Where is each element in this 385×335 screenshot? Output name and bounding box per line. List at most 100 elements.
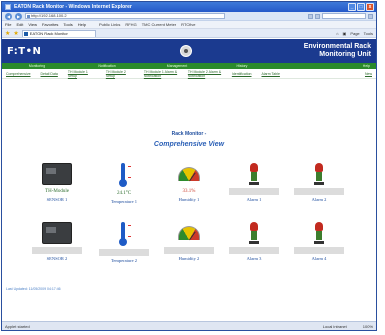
- th-module-icon: [42, 222, 72, 244]
- menu-favorites[interactable]: Favorites: [42, 22, 58, 27]
- banner-title-line2: Monitoring Unit: [319, 51, 371, 58]
- temperature-2-value: Disabled: [99, 249, 149, 256]
- sensor-2-cell[interactable]: Disabled SENSOR 2: [32, 222, 82, 261]
- sensor-2-label: SENSOR 2: [46, 256, 68, 261]
- menu-help[interactable]: Help: [78, 22, 86, 27]
- link-rfhg[interactable]: RFHG: [125, 22, 136, 27]
- sub-nav: Comprehensive Detail Data TH Module 1 Se…: [2, 69, 376, 79]
- minimize-button[interactable]: _: [348, 3, 356, 11]
- temperature-2-label: Temperature 2: [110, 258, 138, 263]
- zoom-level[interactable]: 100%: [363, 324, 373, 329]
- subnav-th1-setup[interactable]: TH Module 1 Setup: [68, 70, 96, 78]
- temperature-1-cell[interactable]: 24.1°C Temperature 1: [99, 163, 149, 204]
- status-text: Applet started: [5, 323, 30, 329]
- links-bar: Public Links RFHG TMC Current Meter RTCf…: [99, 22, 196, 27]
- alarm-3-cell[interactable]: Disabled Alarm 3: [229, 222, 279, 261]
- sensor-1-label: SENSOR 1: [46, 197, 68, 202]
- alarm-beacon-icon: [249, 222, 259, 244]
- alarm-1-label: Alarm 1: [246, 197, 262, 202]
- alarm-beacon-icon: [314, 163, 324, 185]
- print-icon[interactable]: ▣: [343, 31, 347, 36]
- subnav-identification[interactable]: Identification: [232, 72, 252, 76]
- sensor-1-cell[interactable]: TH-Module SENSOR 1: [32, 163, 82, 202]
- humidity-1-label: Humidity 1: [178, 197, 200, 202]
- page-menu[interactable]: Page: [350, 31, 359, 36]
- alarm-2-value: Disabled: [294, 188, 344, 195]
- tab-label: EATON Rack Monitor: [29, 30, 68, 36]
- alarm-1-cell[interactable]: Disabled Alarm 1: [229, 163, 279, 202]
- humidity-2-cell[interactable]: Disabled Humidity 2: [164, 222, 214, 261]
- thermometer-icon: [117, 222, 131, 246]
- search-icon[interactable]: [368, 13, 373, 19]
- maximize-button[interactable]: □: [357, 3, 365, 11]
- status-bar: Applet started Local intranet 100%: [2, 321, 376, 330]
- nav-monitoring[interactable]: Monitoring: [2, 64, 72, 68]
- sensor-row-2: Disabled SENSOR 2 Disabled Temperature 2…: [2, 222, 376, 282]
- nav-help[interactable]: Help: [272, 64, 376, 68]
- sensor-row-1: TH-Module SENSOR 1 24.1°C Temperature 1 …: [2, 163, 376, 223]
- add-favorite-icon[interactable]: ★: [13, 30, 18, 37]
- browser-window: EATON Rack Monitor - Windows Internet Ex…: [1, 1, 377, 331]
- subnav-new[interactable]: New: [365, 72, 372, 76]
- back-icon[interactable]: ◀: [5, 12, 12, 20]
- alarm-beacon-icon: [249, 163, 259, 185]
- banner-title: Environmental Rack Monitoring Unit: [304, 43, 371, 59]
- temperature-1-value: 24.1°C: [116, 191, 132, 196]
- nav-management[interactable]: Management: [142, 64, 212, 68]
- menu-bar: File Edit View Favorites Tools Help Publ…: [2, 21, 376, 29]
- humidity-gauge-icon: [178, 167, 200, 181]
- temperature-2-cell[interactable]: Disabled Temperature 2: [99, 222, 149, 263]
- page-subheading: Comprehensive View: [153, 141, 225, 148]
- temperature-1-label: Temperature 1: [110, 199, 138, 204]
- subnav-comprehensive[interactable]: Comprehensive: [6, 72, 31, 76]
- search-input[interactable]: [322, 13, 366, 19]
- alarm-2-cell[interactable]: Disabled Alarm 2: [294, 163, 344, 202]
- th-module-icon: [42, 163, 72, 185]
- forward-icon[interactable]: ▶: [15, 12, 22, 20]
- menu-file[interactable]: File: [5, 22, 11, 27]
- subnav-detail-data[interactable]: Detail Data: [41, 72, 58, 76]
- home-icon[interactable]: ⌂: [336, 31, 338, 36]
- menu-view[interactable]: View: [28, 22, 37, 27]
- nav-notification[interactable]: Notification: [72, 64, 142, 68]
- close-button[interactable]: x: [366, 3, 374, 11]
- alarm-4-value: Disabled: [294, 247, 344, 254]
- subnav-th1-alarm[interactable]: TH Module 1 Alarm & Notification: [144, 70, 178, 78]
- title-bar: EATON Rack Monitor - Windows Internet Ex…: [2, 2, 376, 12]
- eaton-logo: F:T•N: [7, 46, 42, 57]
- last-updated: Last Updated: 11/05/2009 04:17:46: [6, 287, 61, 291]
- alarm-3-value: Disabled: [229, 247, 279, 254]
- ie-icon: [5, 4, 11, 10]
- subnav-alarm-table[interactable]: Alarm Table: [262, 72, 280, 76]
- security-zone: Local intranet: [322, 323, 347, 329]
- alarm-beacon-icon: [314, 222, 324, 244]
- link-public[interactable]: Public Links: [99, 22, 120, 27]
- humidity-2-label: Humidity 2: [178, 256, 200, 261]
- link-rtc[interactable]: RTCfive: [181, 22, 195, 27]
- page-icon: [27, 14, 30, 18]
- humidity-1-cell[interactable]: 33.1% Humidity 1: [164, 163, 214, 202]
- address-field[interactable]: http://192.168.100.2: [25, 13, 225, 19]
- humidity-2-value: Disabled: [164, 247, 214, 254]
- link-tmc[interactable]: TMC Current Meter: [142, 22, 176, 27]
- tools-menu[interactable]: Tools: [364, 31, 373, 36]
- rack-monitor-icon: [180, 45, 192, 57]
- nav-history[interactable]: History: [212, 64, 272, 68]
- browser-tab[interactable]: EATON Rack Monitor: [21, 29, 96, 37]
- page-content: F:T•N Environmental Rack Monitoring Unit…: [2, 39, 376, 321]
- alarm-1-value: Disabled: [229, 188, 279, 195]
- favorites-star-icon[interactable]: ★: [5, 30, 10, 37]
- subnav-th2-setup[interactable]: TH Module 2 Setup: [106, 70, 134, 78]
- subnav-th2-alarm[interactable]: TH Module 2 Alarm & Notification: [188, 70, 222, 78]
- menu-edit[interactable]: Edit: [16, 22, 23, 27]
- menu-tools[interactable]: Tools: [63, 22, 72, 27]
- sensor-1-value: TH-Module: [45, 189, 69, 194]
- eaton-banner: F:T•N Environmental Rack Monitoring Unit: [2, 39, 376, 63]
- thermometer-icon: [117, 163, 131, 187]
- refresh-icon[interactable]: [308, 13, 313, 19]
- humidity-gauge-icon: [178, 226, 200, 240]
- alarm-4-cell[interactable]: Disabled Alarm 4: [294, 222, 344, 261]
- stop-icon[interactable]: [315, 13, 320, 19]
- alarm-2-label: Alarm 2: [311, 197, 327, 202]
- humidity-1-value: 33.1%: [182, 189, 196, 194]
